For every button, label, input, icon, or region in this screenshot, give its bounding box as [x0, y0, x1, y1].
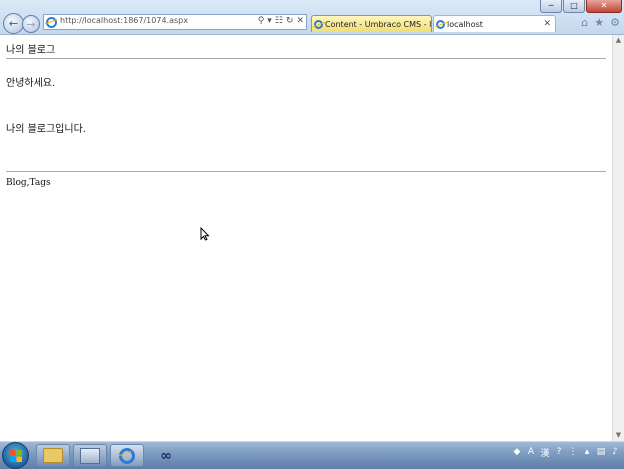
internet-explorer-icon: [119, 447, 135, 464]
search-icon[interactable]: ⚲: [258, 16, 265, 26]
system-tray: ◆ A 漢 ? ⋮ ▴ ▤ ♪: [512, 447, 620, 459]
volume-icon[interactable]: ♪: [610, 447, 620, 457]
ime-hanja-icon[interactable]: 漢: [540, 447, 550, 459]
window-controls: ─ □ ✕: [539, 0, 622, 13]
minimize-button[interactable]: ─: [540, 0, 562, 13]
language-a-icon[interactable]: A: [526, 447, 536, 457]
ie-tab-icon: [314, 19, 323, 29]
forward-button[interactable]: →: [22, 15, 40, 33]
address-bar-controls: ⚲ ▾ ☷ ↻ ✕: [258, 16, 304, 26]
divider: [6, 58, 606, 59]
url-text[interactable]: http://localhost:1867/1074.aspx: [60, 16, 188, 25]
vertical-scrollbar[interactable]: ▲ ▼: [612, 35, 624, 441]
home-icon[interactable]: ⌂: [581, 16, 588, 29]
visual-studio-icon: ∞: [160, 447, 172, 464]
gear-icon[interactable]: ⚙: [610, 16, 620, 29]
toolbar-icons: ⌂ ★ ⚙: [581, 16, 620, 29]
taskbar: ∞ ◆ A 漢 ? ⋮ ▴ ▤ ♪: [0, 441, 624, 469]
tab-umbraco[interactable]: Content - Umbraco CMS - lo...: [311, 15, 432, 32]
divider: [6, 171, 606, 172]
tab-label: Content - Umbraco CMS - lo...: [325, 19, 432, 29]
help-icon[interactable]: ?: [554, 447, 564, 457]
scroll-down-icon[interactable]: ▼: [613, 430, 624, 441]
star-icon[interactable]: ★: [594, 16, 604, 29]
options-icon[interactable]: ⋮: [568, 447, 578, 457]
intro-text: 나의 블로그입니다.: [6, 124, 86, 135]
taskbar-ie-button[interactable]: [110, 444, 144, 467]
close-window-button[interactable]: ✕: [586, 0, 622, 13]
start-button[interactable]: [2, 442, 29, 469]
refresh-icon[interactable]: ↻: [286, 16, 294, 26]
ie-tab-icon: [436, 19, 445, 29]
folder-icon: [43, 448, 63, 463]
tab-localhost[interactable]: localhost ✕: [433, 15, 556, 32]
blog-title: 나의 블로그: [6, 45, 56, 56]
page-content: 나의 블로그 안녕하세요. 나의 블로그입니다. Blog,Tags: [0, 35, 612, 441]
maximize-button[interactable]: □: [563, 0, 585, 13]
scroll-up-icon[interactable]: ▲: [613, 35, 624, 46]
dropdown-icon[interactable]: ▾: [267, 16, 272, 26]
taskbar-explorer-button[interactable]: [36, 444, 70, 467]
forward-arrow-icon: →: [26, 17, 36, 31]
compat-view-icon[interactable]: ☷: [275, 16, 283, 26]
ie-page-icon: [46, 17, 57, 28]
tab-label: localhost: [447, 19, 483, 29]
back-arrow-icon: ←: [8, 17, 19, 30]
input-indicator-icon[interactable]: ◆: [512, 447, 522, 457]
address-bar[interactable]: http://localhost:1867/1074.aspx ⚲ ▾ ☷ ↻ …: [43, 14, 307, 30]
windows-logo-icon: [10, 450, 22, 462]
network-icon[interactable]: ▤: [596, 447, 606, 457]
back-button[interactable]: ←: [3, 13, 24, 34]
greeting-text: 안녕하세요.: [6, 78, 56, 89]
footer-links[interactable]: Blog,Tags: [6, 178, 51, 188]
show-hidden-icons-icon[interactable]: ▴: [582, 447, 592, 457]
close-tab-icon[interactable]: ✕: [543, 19, 551, 29]
taskbar-visual-studio-button[interactable]: ∞: [149, 444, 183, 467]
server-manager-icon: [80, 447, 100, 464]
browser-chrome: ─ □ ✕ ← → http://localhost:1867/1074.asp…: [0, 0, 624, 35]
stop-icon[interactable]: ✕: [296, 16, 304, 26]
taskbar-server-manager-button[interactable]: [73, 444, 107, 467]
